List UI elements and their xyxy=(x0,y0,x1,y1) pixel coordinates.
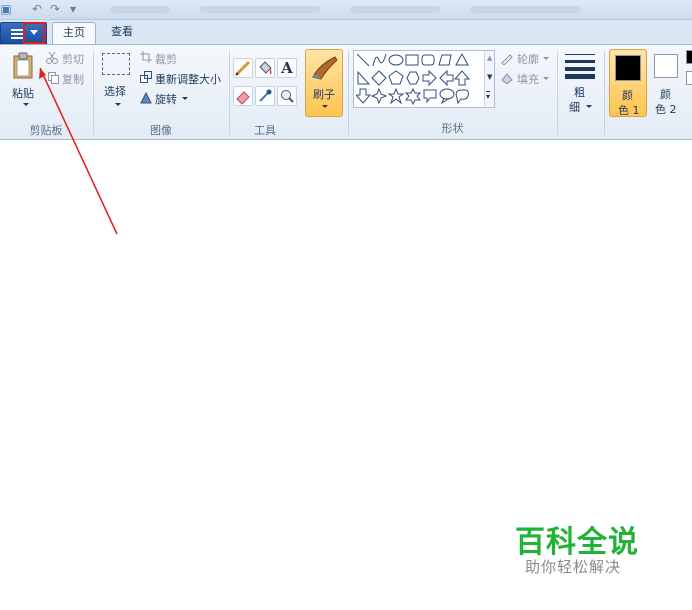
paint-window: ▣ ↶ ↷ ▾ 主页 查看 粘贴 剪切 复制 剪贴板 选择 裁剪 重新调整大小 … xyxy=(0,0,692,610)
watermark-title: 百科全说 xyxy=(515,525,639,560)
watermark-subtitle: 助你轻松解决 xyxy=(525,558,622,576)
